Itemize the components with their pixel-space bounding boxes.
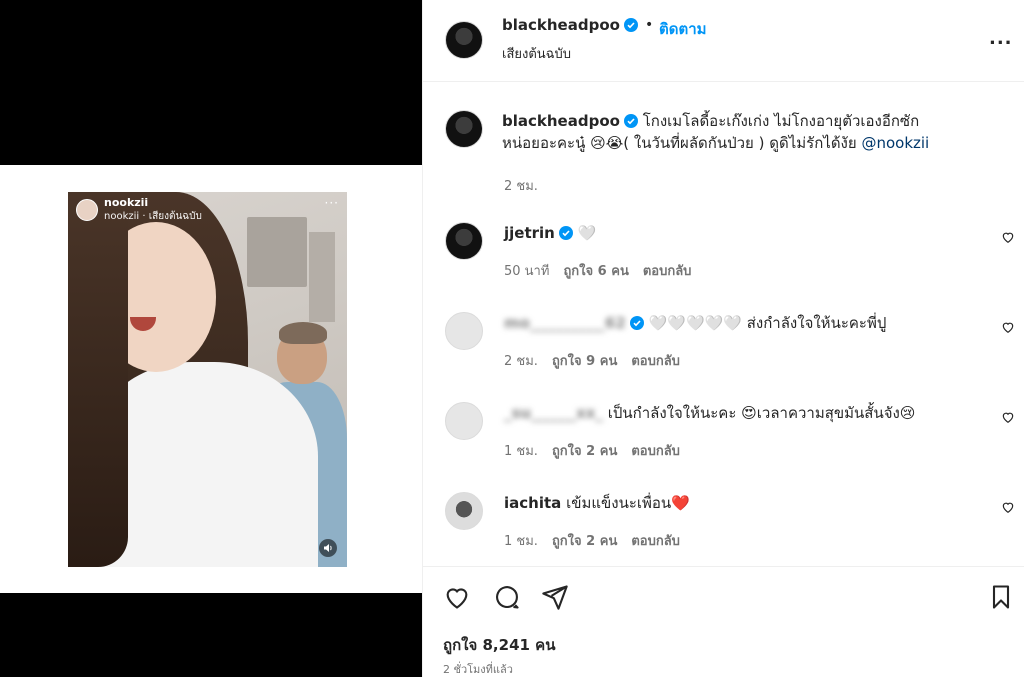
reply-button[interactable]: ตอบกลับ — [643, 260, 692, 281]
comment-body: 🤍 — [577, 224, 597, 242]
comment-avatar[interactable] — [445, 402, 483, 440]
comment-likes[interactable]: ถูกใจ 6 คน — [563, 260, 628, 281]
comment-time: 1 ชม. — [504, 534, 538, 549]
mention-link[interactable]: @nookzii — [861, 134, 929, 152]
wall-panel — [247, 217, 307, 287]
comment-meta: 2 ชม. ถูกใจ 9 คน ตอบกลับ — [504, 350, 680, 371]
story-more-icon[interactable]: ··· — [325, 196, 339, 210]
comment-likes[interactable]: ถูกใจ 2 คน — [552, 440, 617, 461]
verified-icon — [558, 226, 573, 240]
story-avatar[interactable] — [76, 199, 98, 221]
comment-time: 1 ชม. — [504, 444, 538, 459]
comment-item: _su______xx_ เป็นกำลังใจให้นะคะ 😍เวลาควา… — [423, 402, 1024, 482]
like-count[interactable]: ถูกใจ 8,241 คน — [443, 633, 555, 657]
post-panel: blackheadpoo • ติดตาม เสียงต้นฉบับ ... b… — [422, 0, 1024, 677]
media-area: nookzii nookzii · เสียงต้นฉบับ ··· — [0, 0, 422, 677]
caption-username[interactable]: blackheadpoo — [502, 112, 620, 130]
girl-hair-front — [68, 192, 128, 567]
comment-text: mo__________62 🤍🤍🤍🤍🤍 ส่งกำลังใจให้นะคะพี… — [504, 312, 984, 334]
reply-button[interactable]: ตอบกลับ — [631, 530, 680, 551]
post-view: nookzii nookzii · เสียงต้นฉบับ ··· black… — [0, 0, 1024, 677]
comment-username[interactable]: jjetrin — [504, 224, 555, 242]
reply-button[interactable]: ตอบกลับ — [631, 440, 680, 461]
comment-item: mo__________62 🤍🤍🤍🤍🤍 ส่งกำลังใจให้นะคะพี… — [423, 312, 1024, 392]
speaker-icon[interactable] — [319, 539, 337, 557]
comment-body: เป็นกำลังใจให้นะคะ 😍เวลาความสุขมันสั้นจั… — [607, 404, 916, 422]
man-hair — [279, 322, 327, 344]
post-time: 2 ชั่วโมงที่แล้ว — [443, 663, 513, 676]
comment-likes[interactable]: ถูกใจ 9 คน — [552, 350, 617, 371]
story-username[interactable]: nookzii — [104, 196, 202, 209]
story-subtitle: nookzii · เสียงต้นฉบับ — [104, 211, 202, 222]
comment-item: iachita เข้มแข็งนะเพื่อน❤️ 1 ชม. ถูกใจ 2… — [423, 492, 1024, 572]
comment-text: _su______xx_ เป็นกำลังใจให้นะคะ 😍เวลาควา… — [504, 402, 984, 424]
comment-meta: 1 ชม. ถูกใจ 2 คน ตอบกลับ — [504, 440, 680, 461]
post-header: blackheadpoo • ติดตาม เสียงต้นฉบับ ... — [423, 0, 1024, 82]
heart-icon[interactable] — [443, 583, 471, 611]
comment-username[interactable]: _su______xx_ — [504, 404, 603, 422]
caption-time: 2 ชม. — [504, 179, 538, 194]
like-comment-icon[interactable] — [1001, 230, 1015, 244]
comment-text: iachita เข้มแข็งนะเพื่อน❤️ — [504, 492, 984, 514]
comment-likes[interactable]: ถูกใจ 2 คน — [552, 530, 617, 551]
wall-panel — [309, 232, 335, 322]
caption-avatar[interactable] — [445, 110, 483, 148]
comment-avatar[interactable] — [445, 312, 483, 350]
comment-icon[interactable] — [493, 583, 521, 611]
reply-button[interactable]: ตอบกลับ — [631, 350, 680, 371]
like-comment-icon[interactable] — [1001, 410, 1015, 424]
share-icon[interactable] — [541, 583, 569, 611]
story-header: nookzii nookzii · เสียงต้นฉบับ — [76, 196, 202, 224]
action-bar: ถูกใจ 8,241 คน 2 ชั่วโมงที่แล้ว — [423, 566, 1024, 676]
comment-meta: 1 ชม. ถูกใจ 2 คน ตอบกลับ — [504, 530, 680, 551]
comment-body: 🤍🤍🤍🤍🤍 ส่งกำลังใจให้นะคะพี่ปู — [648, 314, 887, 332]
more-options-icon[interactable]: ... — [989, 28, 1013, 49]
bookmark-icon[interactable] — [987, 583, 1015, 611]
author-username-text[interactable]: blackheadpoo — [502, 16, 620, 34]
audio-label[interactable]: เสียงต้นฉบับ — [502, 43, 571, 64]
comment-body: เข้มแข็งนะเพื่อน❤️ — [566, 494, 690, 512]
follow-button[interactable]: ติดตาม — [659, 17, 707, 41]
comment-time: 2 ชม. — [504, 354, 538, 369]
comment-time: 50 นาที — [504, 264, 550, 279]
verified-icon — [623, 18, 638, 32]
comment-username[interactable]: iachita — [504, 494, 561, 512]
caption: blackheadpoo โกงเมโลดี้อะเก๊งเก่ง ไม่โกง… — [502, 110, 942, 154]
story-image[interactable]: nookzii nookzii · เสียงต้นฉบับ ··· — [68, 192, 347, 567]
verified-icon — [629, 316, 644, 330]
like-comment-icon[interactable] — [1001, 320, 1015, 334]
separator-dot: • — [645, 17, 654, 33]
comment-meta: 50 นาที ถูกใจ 6 คน ตอบกลับ — [504, 260, 691, 281]
author-avatar[interactable] — [445, 21, 483, 59]
like-comment-icon[interactable] — [1001, 500, 1015, 514]
verified-icon — [623, 114, 638, 128]
comment-avatar[interactable] — [445, 222, 483, 260]
comment-item: jjetrin 🤍 50 นาที ถูกใจ 6 คน ตอบกลับ — [423, 222, 1024, 302]
comment-username[interactable]: mo__________62 — [504, 314, 626, 332]
comment-avatar[interactable] — [445, 492, 483, 530]
comment-text: jjetrin 🤍 — [504, 222, 984, 244]
author-username[interactable]: blackheadpoo — [502, 16, 638, 34]
